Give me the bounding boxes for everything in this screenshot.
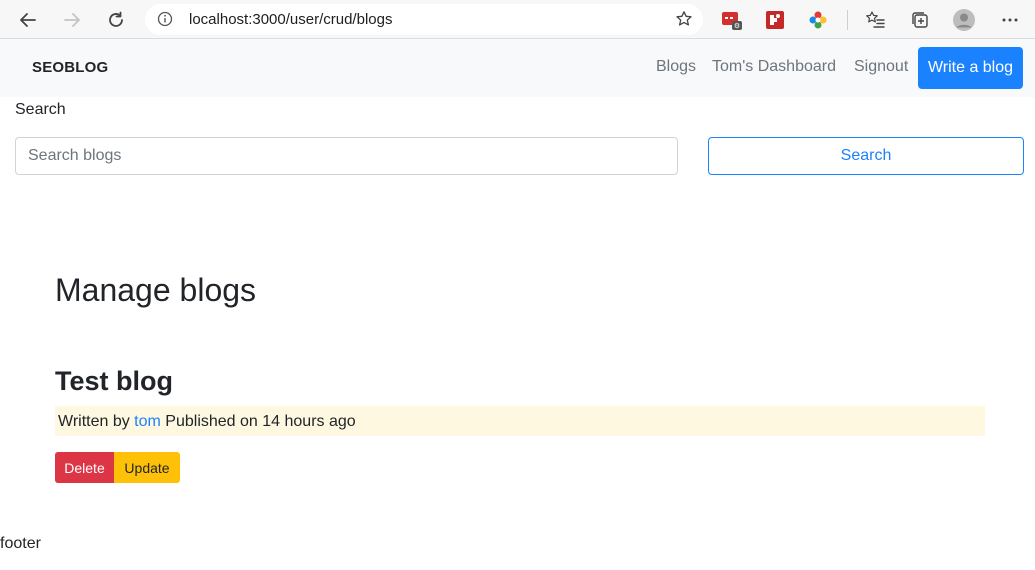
forward-arrow-icon[interactable] bbox=[58, 6, 86, 34]
extension-icon-colorful[interactable] bbox=[806, 8, 830, 32]
search-button[interactable]: Search bbox=[708, 137, 1024, 175]
toolbar-separator bbox=[847, 10, 848, 30]
info-icon[interactable] bbox=[157, 11, 173, 32]
search-input[interactable] bbox=[15, 137, 678, 175]
brand-link[interactable]: SEOBLOG bbox=[32, 59, 108, 76]
reload-icon[interactable] bbox=[102, 6, 130, 34]
profile-avatar-icon[interactable] bbox=[952, 8, 976, 32]
app-navbar: SEOBLOG Blogs Tom's Dashboard Signout Wr… bbox=[0, 39, 1035, 97]
favorite-star-icon[interactable] bbox=[675, 10, 693, 33]
url-text[interactable]: localhost:3000/user/crud/blogs bbox=[189, 11, 392, 28]
svg-text:⚙: ⚙ bbox=[734, 22, 740, 30]
written-by-text: Written by bbox=[58, 413, 135, 430]
browser-toolbar: localhost:3000/user/crud/blogs ⚙ bbox=[0, 0, 1035, 39]
write-blog-button[interactable]: Write a blog bbox=[918, 47, 1023, 89]
nav-link-dashboard[interactable]: Tom's Dashboard bbox=[712, 58, 836, 76]
blog-title: Test blog bbox=[55, 366, 173, 396]
delete-button[interactable]: Delete bbox=[55, 452, 114, 483]
extension-icon-puzzle[interactable] bbox=[763, 8, 787, 32]
address-bar[interactable]: localhost:3000/user/crud/blogs bbox=[145, 4, 703, 35]
nav-link-blogs[interactable]: Blogs bbox=[656, 58, 696, 76]
blog-meta: Written by tom Published on 14 hours ago bbox=[55, 406, 985, 436]
author-link[interactable]: tom bbox=[134, 413, 161, 430]
update-button[interactable]: Update bbox=[114, 452, 180, 483]
nav-link-signout[interactable]: Signout bbox=[854, 58, 908, 76]
footer: footer bbox=[0, 535, 41, 552]
search-label: Search bbox=[15, 101, 66, 118]
extension-icon-red[interactable]: ⚙ bbox=[720, 8, 744, 32]
back-arrow-icon[interactable] bbox=[14, 6, 42, 34]
published-text: Published on 14 hours ago bbox=[160, 413, 356, 430]
collections-icon[interactable] bbox=[908, 8, 932, 32]
more-menu-icon[interactable] bbox=[998, 8, 1022, 32]
favorites-list-icon[interactable] bbox=[863, 8, 887, 32]
page-title: Manage blogs bbox=[55, 272, 257, 308]
